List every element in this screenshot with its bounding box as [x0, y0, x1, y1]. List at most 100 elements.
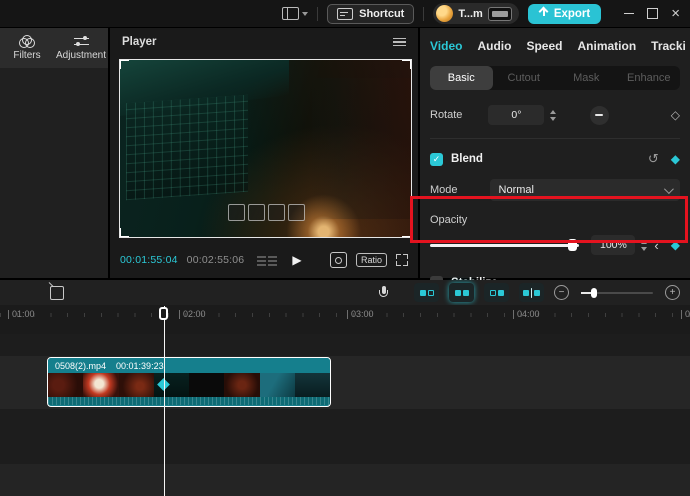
fullscreen-icon[interactable] — [396, 254, 408, 266]
filters-icon — [19, 35, 35, 48]
subtab-cutout[interactable]: Cutout — [493, 66, 556, 90]
blend-mode-value: Normal — [499, 184, 534, 196]
tab-adjustment-label: Adjustment — [56, 50, 106, 61]
avatar — [436, 5, 453, 22]
adjustment-sliders-icon — [74, 36, 89, 48]
zoom-in-icon[interactable]: + — [665, 285, 680, 300]
titlebar-divider — [317, 7, 318, 21]
zoom-out-icon[interactable]: − — [554, 285, 569, 300]
media-panel: Filters Adjustment — [0, 28, 108, 278]
collapse-chevron-icon[interactable]: ‹ — [654, 238, 658, 253]
frame-preview-icon[interactable] — [257, 254, 277, 266]
keyboard-icon — [337, 8, 353, 20]
blend-row: ✓ Blend ↺ ◆ — [430, 151, 680, 167]
clip-thumbnail — [48, 373, 83, 397]
tab-adjustment[interactable]: Adjustment — [54, 28, 108, 68]
ratio-button[interactable]: Ratio — [356, 253, 387, 267]
tab-audio[interactable]: Audio — [477, 39, 511, 53]
opacity-stepper[interactable] — [641, 240, 647, 251]
opacity-keyframe-icon[interactable]: ◆ — [671, 238, 680, 252]
video-frame-detail — [312, 78, 411, 220]
chevron-down-icon — [302, 12, 308, 16]
clip-thumbnails — [48, 373, 330, 397]
export-label: Export — [554, 8, 590, 20]
clip-thumbnail — [260, 373, 295, 397]
account-pill[interactable]: T...m — [433, 3, 518, 24]
clip-header: 0508(2).mp4 00:01:39:23 — [48, 358, 330, 373]
inspector-panel: Video Audio Speed Animation Tracki » Bas… — [420, 28, 690, 278]
layout-switch-button[interactable] — [282, 7, 308, 20]
clip-duration: 00:01:39:23 — [116, 361, 164, 371]
rotate-label: Rotate — [430, 109, 462, 121]
player-panel: Player 00:01:55:04 00:02:55:06 ▶ Ratio — [110, 28, 418, 278]
shortcut-label: Shortcut — [359, 8, 404, 20]
titlebar: 0509 Shortcut T...m Export — [0, 0, 690, 27]
video-clip[interactable]: 0508(2).mp4 00:01:39:23 — [47, 357, 331, 407]
opacity-slider[interactable] — [430, 239, 579, 251]
maximize-button[interactable] — [647, 8, 658, 19]
chevron-down-icon — [664, 184, 674, 194]
blend-mode-dropdown[interactable]: Normal — [490, 179, 680, 201]
export-button[interactable]: Export — [528, 4, 601, 24]
mirror-tool-icon[interactable] — [519, 283, 544, 302]
close-button[interactable]: × — [671, 9, 680, 19]
playhead-handle[interactable] — [159, 307, 168, 320]
blend-keyframe-icon[interactable]: ◆ — [671, 152, 680, 166]
titlebar-divider — [423, 7, 424, 21]
microphone-icon[interactable] — [379, 286, 388, 300]
ruler-label: 0 — [685, 309, 690, 319]
ruler-label: 03:00 — [351, 309, 374, 319]
video-preview[interactable] — [119, 59, 412, 238]
opacity-section: Opacity 100% ‹ ◆ — [430, 214, 680, 255]
delete-left-tool-icon[interactable] — [414, 283, 439, 302]
player-menu-icon[interactable] — [393, 38, 406, 47]
subtab-basic[interactable]: Basic — [430, 66, 493, 90]
opacity-input[interactable]: 100% — [591, 235, 635, 255]
inspector-tabs: Video Audio Speed Animation Tracki » — [430, 28, 680, 53]
opacity-slider-thumb[interactable] — [568, 239, 577, 251]
rotate-row: Rotate 0° ◇ — [430, 105, 680, 125]
transform-handle[interactable] — [402, 228, 412, 238]
transform-handle[interactable] — [402, 59, 412, 69]
zoom-slider-thumb[interactable] — [591, 288, 597, 298]
player-controls: 00:01:55:04 00:02:55:06 ▶ Ratio — [110, 242, 418, 278]
transform-handle[interactable] — [119, 59, 129, 69]
layout-panels-icon — [282, 7, 299, 20]
playhead-line[interactable] — [164, 306, 165, 496]
subtab-mask[interactable]: Mask — [555, 66, 618, 90]
inspector-subtabs: Basic Cutout Mask Enhance — [430, 66, 680, 90]
rotate-stepper[interactable] — [550, 110, 556, 121]
delete-right-tool-icon[interactable] — [484, 283, 509, 302]
rotate-dial[interactable] — [590, 106, 609, 125]
tab-video[interactable]: Video — [430, 39, 462, 53]
minimize-button[interactable] — [624, 13, 634, 15]
player-panel-title: Player — [122, 36, 157, 48]
transform-handle[interactable] — [119, 228, 129, 238]
clip-thumbnail — [189, 373, 224, 397]
clip-thumbnail — [83, 373, 118, 397]
rotate-input[interactable]: 0° — [488, 105, 544, 125]
section-divider — [430, 138, 680, 139]
tab-speed[interactable]: Speed — [526, 39, 562, 53]
select-tool-icon[interactable] — [50, 286, 64, 300]
tab-animation[interactable]: Animation — [577, 39, 636, 53]
tab-filters[interactable]: Filters — [0, 28, 54, 68]
shortcut-button[interactable]: Shortcut — [327, 4, 414, 24]
reset-icon[interactable]: ↺ — [648, 151, 659, 167]
game-hotbar-overlay — [228, 204, 305, 221]
timeline-tracks[interactable]: 0508(2).mp4 00:01:39:23 — [0, 334, 690, 496]
blend-label: Blend — [451, 153, 483, 165]
subtab-enhance[interactable]: Enhance — [618, 66, 681, 90]
tab-tracking[interactable]: Tracki — [651, 39, 686, 53]
rotate-keyframe-icon[interactable]: ◇ — [671, 108, 680, 122]
timeline-ruler[interactable]: 01:00 02:00 03:00 04:00 0 — [0, 305, 690, 334]
empty-track[interactable] — [0, 464, 690, 496]
snapshot-icon[interactable] — [330, 252, 347, 268]
media-tabstrip: Filters Adjustment — [0, 28, 108, 68]
mode-label: Mode — [430, 184, 458, 196]
timeline-zoom-slider[interactable] — [581, 287, 653, 299]
blend-checkbox[interactable]: ✓ — [430, 153, 443, 166]
ruler-label: 04:00 — [517, 309, 540, 319]
split-tool-icon[interactable] — [449, 283, 474, 302]
play-button[interactable]: ▶ — [292, 253, 301, 267]
